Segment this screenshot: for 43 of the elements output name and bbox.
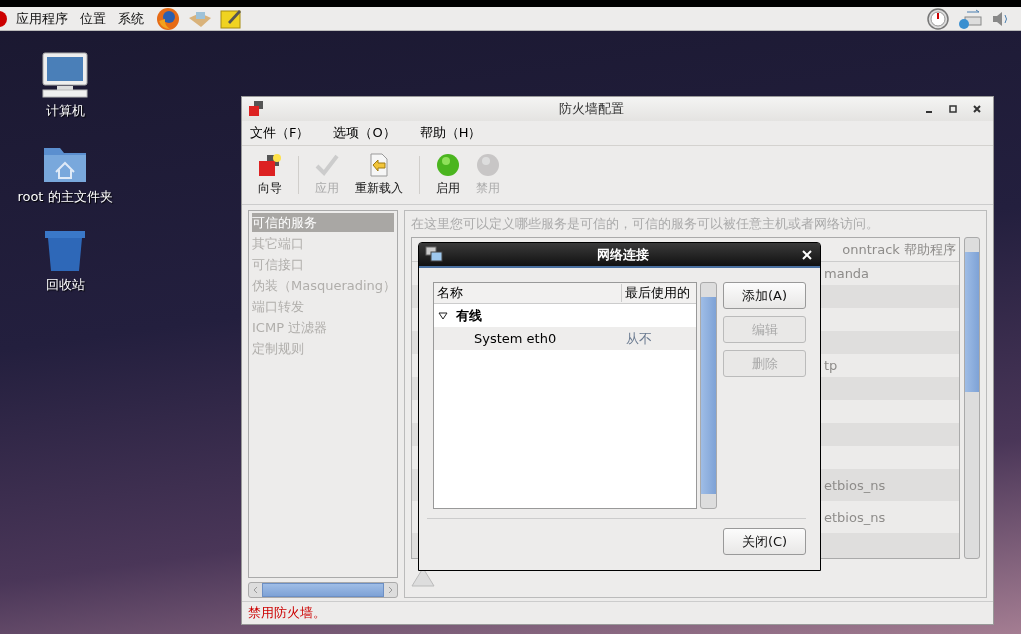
table-cell: etbios_ns [824,509,886,525]
panel-menu[interactable]: 系统 [118,9,144,28]
network-icon [425,246,443,263]
desktop-icon-label[interactable]: 回收站 [45,276,85,294]
dialog-title: 网络连接 [595,245,650,264]
column-header[interactable]: 最后使用的 [622,284,690,302]
network-icon[interactable] [957,7,983,30]
menu-item[interactable]: 文件（F） [250,124,310,142]
status-light-icon [476,153,500,177]
status-text: 禁用防火墙。 [242,601,993,624]
close-button[interactable]: 关闭(C) [723,528,806,555]
computer-icon[interactable] [41,52,89,98]
dialog-button[interactable]: 添加(A) [723,282,806,309]
table-cell: manda [824,266,870,281]
menu-item[interactable]: 选项（O） [333,124,396,142]
panel-menu[interactable]: 应用程序 [16,9,68,28]
maximize-icon[interactable] [948,104,958,114]
reload-icon [367,153,391,177]
column-header[interactable]: 名称 [434,284,622,302]
desktop-icon-label[interactable]: 计算机 [45,102,85,120]
vertical-scrollbar[interactable] [700,282,717,509]
desktop-icon-label[interactable]: root 的主文件夹 [17,188,113,206]
window-title: 防火墙配置 [558,100,625,118]
last-used-text: 从不 [626,329,652,348]
checkmark-icon [315,153,339,177]
description-text: 在这里您可以定义哪些服务是可信的，可信的服务可以被任意主机或者网络访问。 [411,215,880,233]
connection-name[interactable]: System eth0 [434,331,626,346]
expander-icon[interactable] [438,311,448,320]
toolbar-button[interactable]: 向导 [250,151,290,199]
firewall-wizard-icon [258,153,282,177]
toolbar-button[interactable]: 启用 [428,151,468,199]
firewall-icon [248,101,264,117]
status-light-icon [436,153,460,177]
menu-item[interactable]: 帮助（H） [419,124,482,142]
trash-icon[interactable] [43,230,87,272]
toolbar-button[interactable]: 重新载入 [347,151,411,199]
panel-menu[interactable]: 位置 [80,9,106,28]
notepad-icon[interactable] [220,7,242,30]
close-icon[interactable] [972,104,982,114]
group-label[interactable]: 有线 [456,306,482,325]
gauge-icon[interactable] [927,7,949,30]
table-cell: etbios_ns [824,477,886,493]
vertical-scrollbar[interactable] [964,237,980,559]
